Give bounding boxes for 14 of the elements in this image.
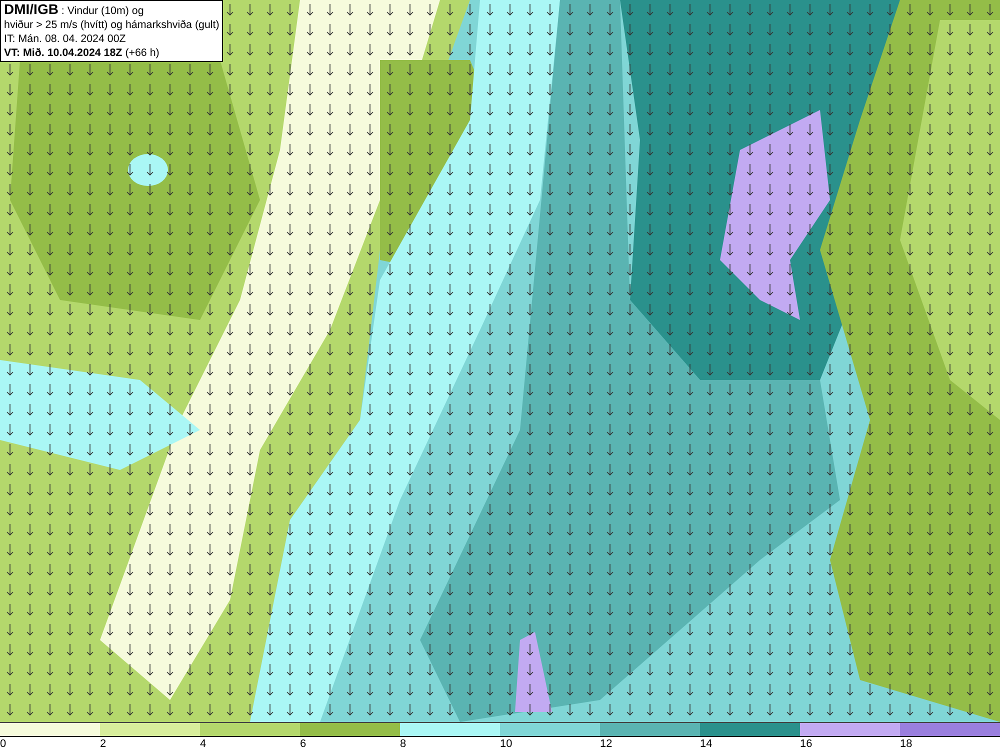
legend-label: 2 bbox=[100, 737, 106, 752]
legend-label: 16 bbox=[800, 737, 812, 752]
info-line: DMI/IGB : Vindur (10m) og bbox=[4, 2, 145, 18]
legend-label: 12 bbox=[600, 737, 612, 752]
info-line: IT: Mán. 08. 04. 2024 00Z bbox=[4, 32, 127, 46]
legend-label: 14 bbox=[700, 737, 712, 752]
legend-label: 10 bbox=[500, 737, 512, 752]
legend-label: 8 bbox=[400, 737, 406, 752]
legend-label: 0 bbox=[0, 737, 6, 752]
legend-label: 18 bbox=[900, 737, 912, 752]
legend-label: 6 bbox=[300, 737, 306, 752]
info-line: hviður > 25 m/s (hvítt) og hámarkshviða (gult) bbox=[4, 18, 220, 32]
legend-label: 4 bbox=[200, 737, 206, 752]
info-line: VT: Mið. 10.04.2024 18Z (+66 h) bbox=[4, 46, 160, 60]
